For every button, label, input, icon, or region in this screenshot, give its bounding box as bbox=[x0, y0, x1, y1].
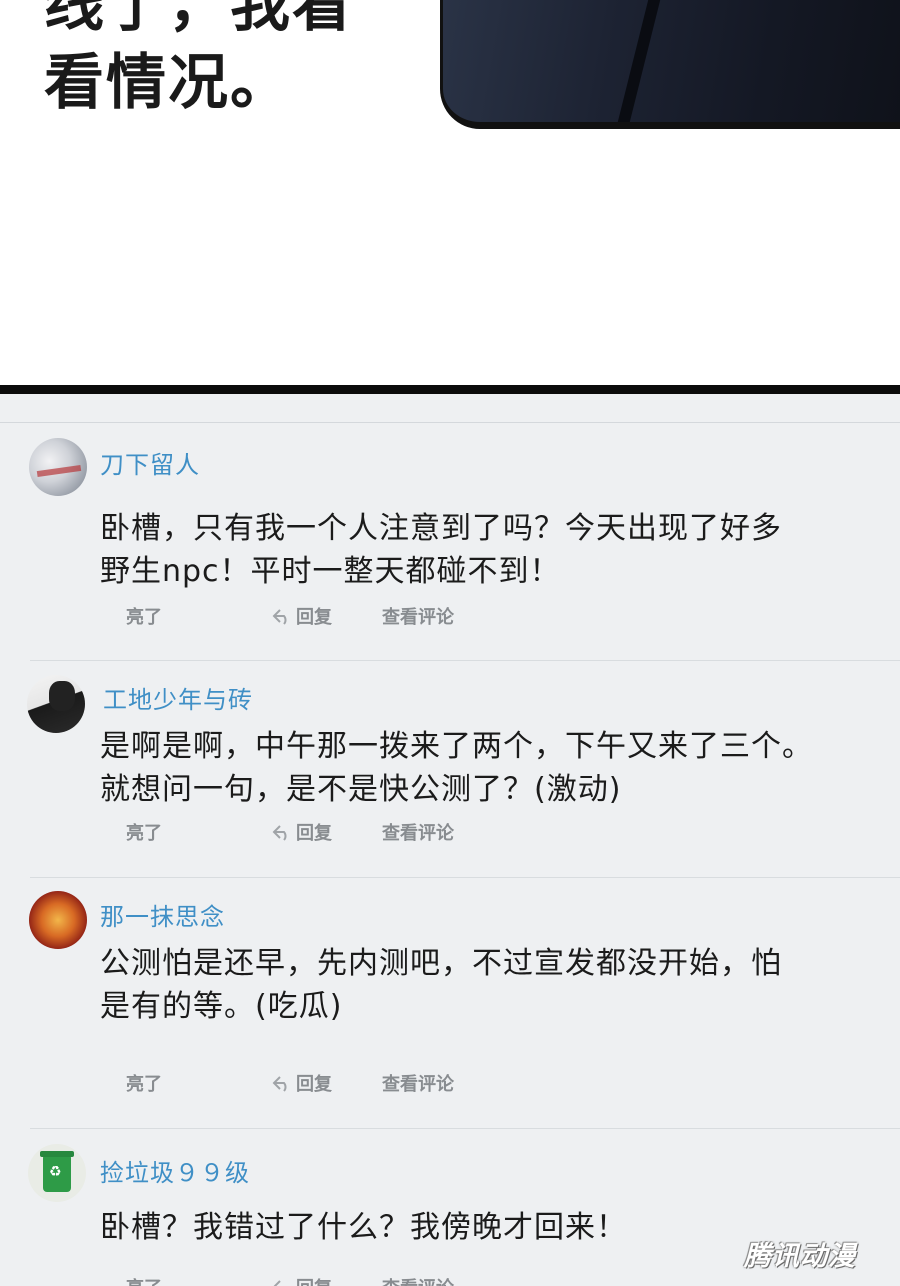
avatar[interactable] bbox=[27, 675, 85, 733]
like-button[interactable]: 亮了 bbox=[126, 1070, 162, 1096]
reply-arrow-icon bbox=[272, 1076, 287, 1092]
reply-arrow-icon bbox=[273, 1280, 285, 1286]
comment-body-line: 野生npc！平时一整天都碰不到！ bbox=[100, 554, 561, 589]
comment-username[interactable]: 工地少年与砖 bbox=[103, 680, 253, 715]
reply-label: 回复 bbox=[296, 1074, 332, 1095]
reply-button[interactable]: 回复 bbox=[272, 819, 332, 845]
reply-button[interactable]: 回复 bbox=[272, 1070, 332, 1096]
comment-divider bbox=[30, 660, 900, 661]
comment-body-line: 是有的等。(吃瓜) bbox=[100, 989, 343, 1024]
reply-label: 回复 bbox=[296, 1278, 332, 1286]
trash-bin-icon bbox=[40, 1151, 74, 1192]
view-comments-button[interactable]: 查看评论 bbox=[382, 1070, 454, 1096]
comment-username[interactable]: 那一抹思念 bbox=[100, 897, 225, 932]
comment-body-line: 就想问一句，是不是快公测了？(激动) bbox=[100, 772, 622, 807]
comment-divider bbox=[30, 877, 900, 878]
reply-label: 回复 bbox=[296, 607, 332, 628]
reply-button[interactable]: 回复 bbox=[272, 1274, 332, 1286]
reply-arrow-icon bbox=[272, 609, 287, 625]
reply-arrow-icon bbox=[272, 825, 287, 841]
character-artwork bbox=[440, 0, 900, 129]
comment-body-line: 是啊是啊，中午那一拨来了两个，下午又来了三个。 bbox=[100, 729, 813, 764]
like-button[interactable]: 亮了 bbox=[126, 819, 162, 845]
comment-divider bbox=[30, 1128, 900, 1129]
comment-body-line: 卧槽，只有我一个人注意到了吗？今天出现了好多 bbox=[100, 511, 782, 546]
comment-body: 公测怕是还早，先内测吧，不过宣发都没开始，怕 是有的等。(吃瓜) bbox=[100, 942, 782, 1028]
panel-divider bbox=[0, 385, 900, 394]
view-comments-button[interactable]: 查看评论 bbox=[382, 603, 454, 629]
speech-line-2: 看情况。 bbox=[44, 48, 292, 118]
comment-body-line: 卧槽？我错过了什么？我傍晚才回来！ bbox=[100, 1210, 627, 1245]
comment-body: 卧槽？我错过了什么？我傍晚才回来！ bbox=[100, 1206, 627, 1249]
speech-bubble-text: 线了，我看 看情况。 bbox=[44, 0, 354, 122]
section-top-divider bbox=[0, 422, 900, 423]
comic-panel: 线了，我看 看情况。 bbox=[0, 0, 900, 385]
like-button[interactable]: 亮了 bbox=[126, 603, 162, 629]
like-button[interactable]: 亮了 bbox=[126, 1274, 162, 1286]
comment-body: 是啊是啊，中午那一拨来了两个，下午又来了三个。 就想问一句，是不是快公测了？(激… bbox=[100, 725, 813, 811]
watermark-logo: 腾讯动漫 bbox=[744, 1241, 856, 1272]
avatar[interactable] bbox=[28, 1144, 86, 1202]
comment-username[interactable]: 刀下留人 bbox=[100, 445, 200, 480]
view-comments-button[interactable]: 查看评论 bbox=[382, 819, 454, 845]
comment-body-line: 公测怕是还早，先内测吧，不过宣发都没开始，怕 bbox=[100, 946, 782, 981]
speech-line-1: 线了，我看 bbox=[44, 0, 354, 40]
reply-button[interactable]: 回复 bbox=[272, 603, 332, 629]
comment-body: 卧槽，只有我一个人注意到了吗？今天出现了好多 野生npc！平时一整天都碰不到！ bbox=[100, 507, 782, 593]
avatar[interactable] bbox=[29, 438, 87, 496]
comment-username[interactable]: 捡垃圾９９级 bbox=[100, 1153, 250, 1188]
reply-label: 回复 bbox=[296, 823, 332, 844]
avatar[interactable] bbox=[29, 891, 87, 949]
view-comments-button[interactable]: 查看评论 bbox=[382, 1274, 454, 1286]
comment-section: 刀下留人 卧槽，只有我一个人注意到了吗？今天出现了好多 野生npc！平时一整天都… bbox=[0, 394, 900, 1286]
